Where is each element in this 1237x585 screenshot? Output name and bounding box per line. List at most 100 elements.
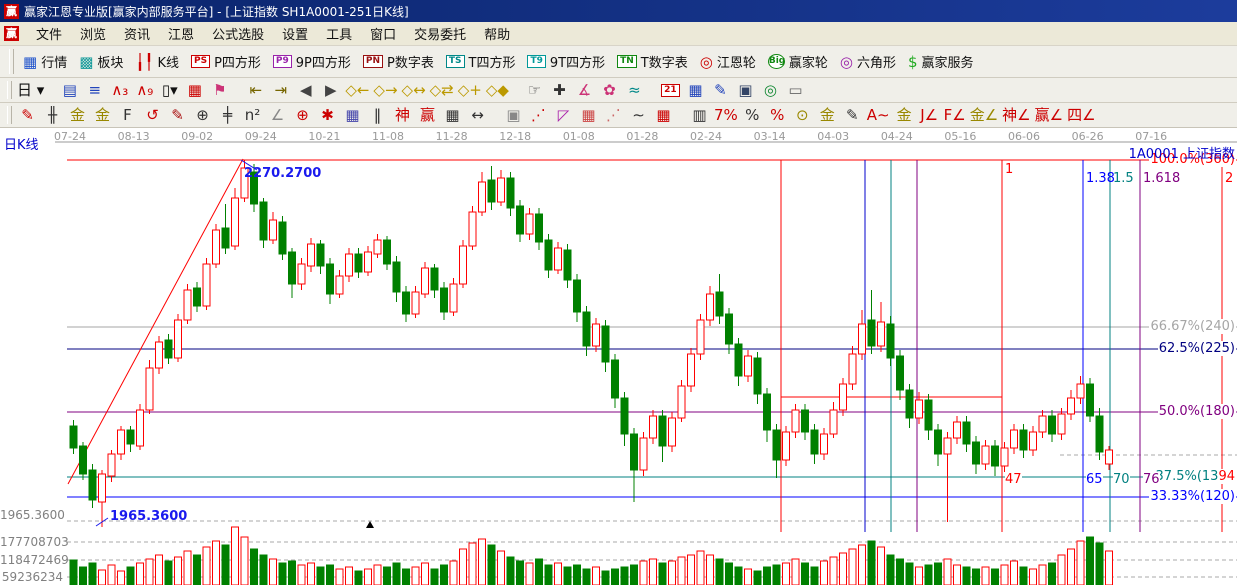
pattern9-icon[interactable]: ∧₉: [133, 80, 156, 100]
width-tool[interactable]: ↔: [466, 105, 489, 125]
gold-line-tool[interactable]: 金: [816, 105, 839, 125]
9p-square-button[interactable]: P99P四方形: [267, 50, 357, 73]
wave-tool-button[interactable]: ≈: [623, 80, 646, 100]
9t-square-button[interactable]: T99T四方形: [521, 50, 611, 73]
num-grid-tool[interactable]: ▦: [441, 105, 464, 125]
flag-icon[interactable]: ⚑: [208, 80, 231, 100]
menu-item-8[interactable]: 交易委托: [405, 22, 475, 45]
gold-circle-tool[interactable]: ⊙: [791, 105, 814, 125]
shift-right-button[interactable]: ◇→: [372, 80, 398, 100]
brush-tool[interactable]: ✎: [16, 105, 39, 125]
spiral-tool[interactable]: ↺: [141, 105, 164, 125]
shift-left-button[interactable]: ◇←: [344, 80, 370, 100]
zoom-all-button[interactable]: ◇◆: [485, 80, 510, 100]
percent7-tool[interactable]: 7%: [713, 105, 739, 125]
shen-grid-tool[interactable]: 神: [391, 105, 414, 125]
menu-item-5[interactable]: 设置: [273, 22, 317, 45]
step-back-button-icon: ◀: [300, 82, 312, 98]
candle-body: [327, 264, 334, 294]
pattern3-icon[interactable]: ∧₃: [108, 80, 131, 100]
step-forward-button[interactable]: ▶: [319, 80, 342, 100]
winner-service-button[interactable]: $赢家服务: [902, 50, 980, 73]
wave-line-tool[interactable]: ∼: [627, 105, 650, 125]
fan-lines-tool[interactable]: ⋰: [527, 105, 550, 125]
skip-start-button[interactable]: ⇤: [244, 80, 267, 100]
web-tool[interactable]: ✱: [316, 105, 339, 125]
brush2-tool[interactable]: ✎: [166, 105, 189, 125]
red-grid-tool[interactable]: ▦: [652, 105, 675, 125]
menu-item-3[interactable]: 江恩: [159, 22, 203, 45]
notes-button[interactable]: ✎: [709, 80, 732, 100]
save-button[interactable]: ▣: [734, 80, 757, 100]
candle-body: [422, 268, 429, 294]
percent-line-tool[interactable]: %: [766, 105, 789, 125]
si-angle-tool[interactable]: 四∠: [1066, 105, 1096, 125]
box-select-tool[interactable]: ▣: [502, 105, 525, 125]
web-button[interactable]: ◎: [759, 80, 782, 100]
fan-box-tool[interactable]: ◸: [552, 105, 575, 125]
sectors-button[interactable]: ▩板块: [73, 50, 129, 73]
menu-item-0[interactable]: 文件: [27, 22, 71, 45]
pan-hand-button[interactable]: ☞: [523, 80, 546, 100]
expand-x-button[interactable]: ◇↔: [401, 80, 427, 100]
volume-bar: [213, 541, 220, 585]
candle-style-button[interactable]: ▯▾: [158, 80, 181, 100]
width-tool-icon: ↔: [471, 107, 484, 123]
menu-item-9[interactable]: 帮助: [475, 22, 519, 45]
pen-arrow-tool[interactable]: ✎: [841, 105, 864, 125]
info-list-icon[interactable]: ≡: [83, 80, 106, 100]
shen-angle-tool[interactable]: 神∠: [1001, 105, 1031, 125]
web-box2-tool[interactable]: ▦: [577, 105, 600, 125]
skip-end-button[interactable]: ⇥: [269, 80, 292, 100]
stats-bars-tool[interactable]: ▥: [688, 105, 711, 125]
quotes-button[interactable]: ▦行情: [17, 50, 73, 73]
t-square-button[interactable]: TST四方形: [440, 50, 522, 73]
f-angle-tool[interactable]: F∠: [943, 105, 967, 125]
calculator-button[interactable]: ▦: [684, 80, 707, 100]
menu-item-6[interactable]: 工具: [317, 22, 361, 45]
t-number-table-button[interactable]: TNT数字表: [611, 50, 694, 73]
monitor-icon[interactable]: ▤: [58, 80, 81, 100]
gold-angle-tool[interactable]: 金∠: [969, 105, 999, 125]
menu-item-4[interactable]: 公式选股: [203, 22, 273, 45]
p-number-table-button[interactable]: PNP数字表: [357, 50, 440, 73]
j-angle-tool[interactable]: J∠: [918, 105, 941, 125]
marks-tool[interactable]: ‖: [366, 105, 389, 125]
angle-measure-button[interactable]: ∡: [573, 80, 596, 100]
p-square-button[interactable]: PSP四方形: [185, 50, 267, 73]
gold-under-tool[interactable]: 金: [893, 105, 916, 125]
n2-grid-tool[interactable]: n²: [241, 105, 264, 125]
a-wave-tool[interactable]: A∼: [866, 105, 891, 125]
red-hatch-box-icon[interactable]: ▦: [183, 80, 206, 100]
hash-tool[interactable]: ╪: [216, 105, 239, 125]
diag-lines-tool[interactable]: ⋰: [602, 105, 625, 125]
angle-tool[interactable]: ∠: [266, 105, 289, 125]
period-selector-button[interactable]: 日 ▾: [16, 80, 45, 100]
gann-shape-button[interactable]: ✿: [598, 80, 621, 100]
menu-item-1[interactable]: 浏览: [71, 22, 115, 45]
percent-tool[interactable]: %: [741, 105, 764, 125]
zoom-in-button[interactable]: ◇+: [457, 80, 483, 100]
f-grid-tool[interactable]: F: [116, 105, 139, 125]
step-back-button[interactable]: ◀: [294, 80, 317, 100]
winner-wheel-button[interactable]: Big赢家轮: [762, 50, 834, 73]
chart-canvas[interactable]: [0, 128, 1237, 585]
web-box-tool[interactable]: ▦: [341, 105, 364, 125]
gold-grid-tool[interactable]: 金: [66, 105, 89, 125]
kline-button[interactable]: ╽╿K线: [129, 50, 185, 73]
compress-x-button[interactable]: ◇⇄: [429, 80, 455, 100]
ying-angle-tool[interactable]: 赢∠: [1034, 105, 1064, 125]
circle-grid-tool[interactable]: ⊕: [191, 105, 214, 125]
hexagon-button[interactable]: ◎六角形: [834, 50, 902, 73]
calendar-button[interactable]: 21: [659, 80, 682, 100]
target-tool[interactable]: ⊕: [291, 105, 314, 125]
crosshair-button[interactable]: ✚: [548, 80, 571, 100]
ying-grid-tool[interactable]: 赢: [416, 105, 439, 125]
menu-item-7[interactable]: 窗口: [361, 22, 405, 45]
print-button[interactable]: ▭: [784, 80, 807, 100]
gold-grid2-tool[interactable]: 金: [91, 105, 114, 125]
menu-item-2[interactable]: 资讯: [115, 22, 159, 45]
grid-tool[interactable]: ╫: [41, 105, 64, 125]
gann-wheel-button[interactable]: ◎江恩轮: [694, 50, 762, 73]
volume-bar: [488, 545, 495, 585]
